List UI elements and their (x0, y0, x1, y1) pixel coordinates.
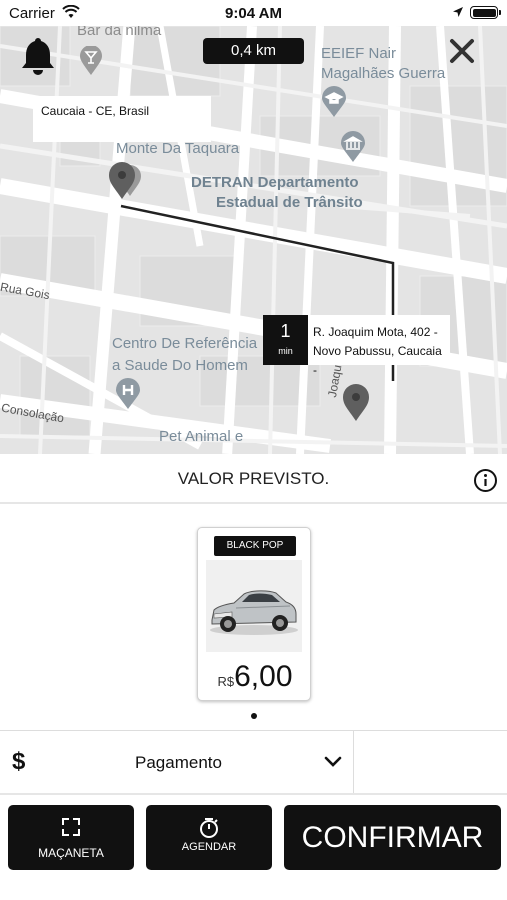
dollar-icon: $ (12, 748, 26, 775)
destination-address: R. Joaquim Mota, 402 - Novo Pabussu, Cau… (313, 323, 447, 380)
price-currency: R$ (217, 674, 235, 689)
map-place-detran-1: DETRAN Departamento (191, 174, 359, 191)
info-icon[interactable] (473, 468, 498, 493)
map-place-pet: Pet Animal e (159, 428, 244, 445)
vehicle-price: R$6,00 (198, 660, 312, 694)
macaneta-label: MAÇANETA (38, 846, 104, 860)
agendar-button[interactable]: AGENDAR (146, 805, 272, 870)
estimate-title: VALOR PREVISTO. (177, 469, 330, 488)
origin-pin-icon (109, 162, 141, 199)
car-icon (210, 590, 298, 635)
confirm-button[interactable]: CONFIRMAR (284, 805, 501, 870)
price-amount: 6,00 (234, 660, 293, 693)
expand-icon (62, 818, 80, 836)
macaneta-button[interactable]: MAÇANETA (8, 805, 134, 870)
estimate-header: VALOR PREVISTO. (0, 454, 507, 504)
location-arrow-icon (453, 7, 463, 17)
map-view[interactable]: Bar da nilma EEIEF Nair Magalhães Guerra… (0, 26, 507, 454)
hospital-poi-icon (116, 378, 140, 409)
distance-badge: 0,4 km (203, 38, 304, 64)
map-place-centro-1: Centro De Referência (112, 335, 258, 352)
map-place-centro-2: a Saude Do Homem (112, 357, 248, 374)
distance-value: 0,4 km (230, 42, 276, 59)
destination-label-box: 1 min R. Joaquim Mota, 402 - Novo Pabuss… (263, 315, 450, 377)
bank-poi-icon (341, 131, 365, 162)
bar-poi-icon (80, 46, 102, 75)
status-bar: Carrier 9:04 AM (0, 0, 507, 26)
stopwatch-icon (200, 818, 218, 838)
vehicle-category-badge: BLACK POP (214, 536, 296, 556)
destination-address-line2: Novo Pabussu, Caucaia - (313, 344, 442, 377)
map-place-monte: Monte Da Taquara (116, 140, 240, 157)
payment-selector[interactable] (0, 730, 507, 795)
page-indicator-dot (251, 713, 257, 719)
clock: 9:04 AM (225, 5, 282, 22)
map-place-bar: Bar da nilma (77, 26, 162, 39)
eta-unit: min (278, 346, 293, 356)
map-streets (0, 26, 507, 454)
eta-badge: 1 min (263, 315, 308, 365)
payment-label[interactable]: Pagamento (135, 753, 222, 773)
vehicle-option-card[interactable]: BLACK POP R$6,00 (197, 527, 311, 701)
school-poi-icon (322, 86, 346, 117)
map-place-school-1: EEIEF Nair (321, 45, 397, 62)
eta-value: 1 (280, 321, 291, 341)
close-icon[interactable] (449, 38, 475, 64)
origin-address: Caucaia - CE, Brasil (41, 104, 150, 118)
destination-address-line1: R. Joaquim Mota, 402 - (313, 325, 438, 339)
bell-icon[interactable] (20, 36, 56, 76)
confirm-label: CONFIRMAR (301, 821, 484, 854)
chevron-down-icon[interactable] (323, 755, 343, 769)
map-place-detran-2: Estadual de Trânsito (216, 194, 363, 211)
destination-pin-icon (343, 384, 369, 421)
battery-icon (470, 6, 501, 19)
map-place-school-2: Magalhães Guerra (321, 65, 446, 82)
agendar-label: AGENDAR (181, 841, 237, 853)
origin-label-box: Caucaia - CE, Brasil (33, 96, 211, 142)
payment-divider (353, 731, 354, 793)
vehicle-image (206, 560, 302, 652)
